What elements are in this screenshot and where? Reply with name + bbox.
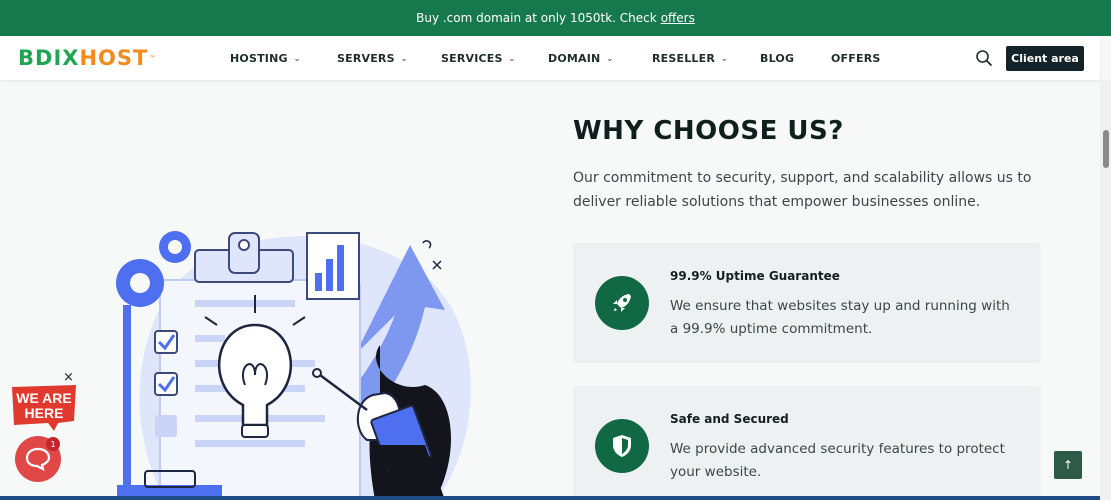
main-navbar: BDIX HOST ™ HOSTING ⌄ SERVERS ⌄ SERVICES ⌄… [0,36,1100,80]
nav-item-reseller[interactable]: RESELLER ⌄ [652,36,728,80]
chevron-down-icon: ⌄ [400,53,408,63]
nav-item-label: SERVERS [337,51,395,65]
client-area-button[interactable]: Client area [1006,46,1084,71]
scrollbar-thumb[interactable] [1103,130,1109,168]
feature-description: We provide advanced security features to… [670,441,1005,480]
nav-item-services[interactable]: SERVICES ⌄ [441,36,516,80]
section-intro: Our commitment to security, support, and… [573,170,1032,210]
nav-item-servers[interactable]: SERVERS ⌄ [337,36,408,80]
search-button[interactable] [975,49,993,67]
nav-item-hosting[interactable]: HOSTING ⌄ [230,36,301,80]
nav-item-blog[interactable]: BLOG [760,36,794,80]
promo-bar: Buy .com domain at only 1050tk. Check of… [0,0,1111,36]
chevron-down-icon: ⌄ [721,53,728,63]
feature-description: We ensure that websites stay up and runn… [670,298,1010,337]
chevron-down-icon: ⌄ [606,53,614,63]
why-choose-us-illustration [116,231,471,500]
chat-notification-count: 1 [46,437,60,451]
chevron-down-icon: ⌄ [508,53,516,63]
feature-title: Safe and Secured [670,412,789,426]
nav-item-label: OFFERS [831,51,881,65]
chat-bubble-icon [25,447,51,471]
nav-item-label: RESELLER [652,51,716,65]
feature-card-uptime: 99.9% Uptime Guarantee We ensure that we… [573,243,1041,363]
rocket-icon-wrap [595,276,649,330]
feature-card-security: Safe and Secured We provide advanced sec… [573,386,1041,500]
we-are-here-badge[interactable]: WE ARE HERE [10,383,78,431]
shield-icon [613,435,631,457]
search-icon [976,50,992,66]
nav-item-offers[interactable]: OFFERS [831,36,881,80]
badge-line-1: WE ARE [16,390,71,406]
feature-title: 99.9% Uptime Guarantee [670,269,840,283]
bdixhost-logo[interactable]: BDIX HOST ™ [18,45,156,71]
promo-offers-link[interactable]: offers [661,11,695,25]
shield-icon-wrap [595,419,649,473]
back-to-top-button[interactable]: ↑ [1054,451,1082,479]
nav-item-label: SERVICES [441,51,503,65]
nav-item-label: BLOG [760,51,795,65]
bottom-edge-bar [0,496,1100,500]
section-heading: WHY CHOOSE US? [573,116,844,146]
nav-item-domain[interactable]: DOMAIN ⌄ [548,36,613,80]
chevron-down-icon: ⌄ [293,53,301,63]
nav-item-label: DOMAIN [548,51,601,65]
promo-text: Buy .com domain at only 1050tk. Check [416,11,657,25]
badge-line-2: HERE [25,405,64,421]
arrow-up-icon: ↑ [1062,458,1074,472]
nav-item-label: HOSTING [230,51,288,65]
rocket-icon [613,294,631,312]
